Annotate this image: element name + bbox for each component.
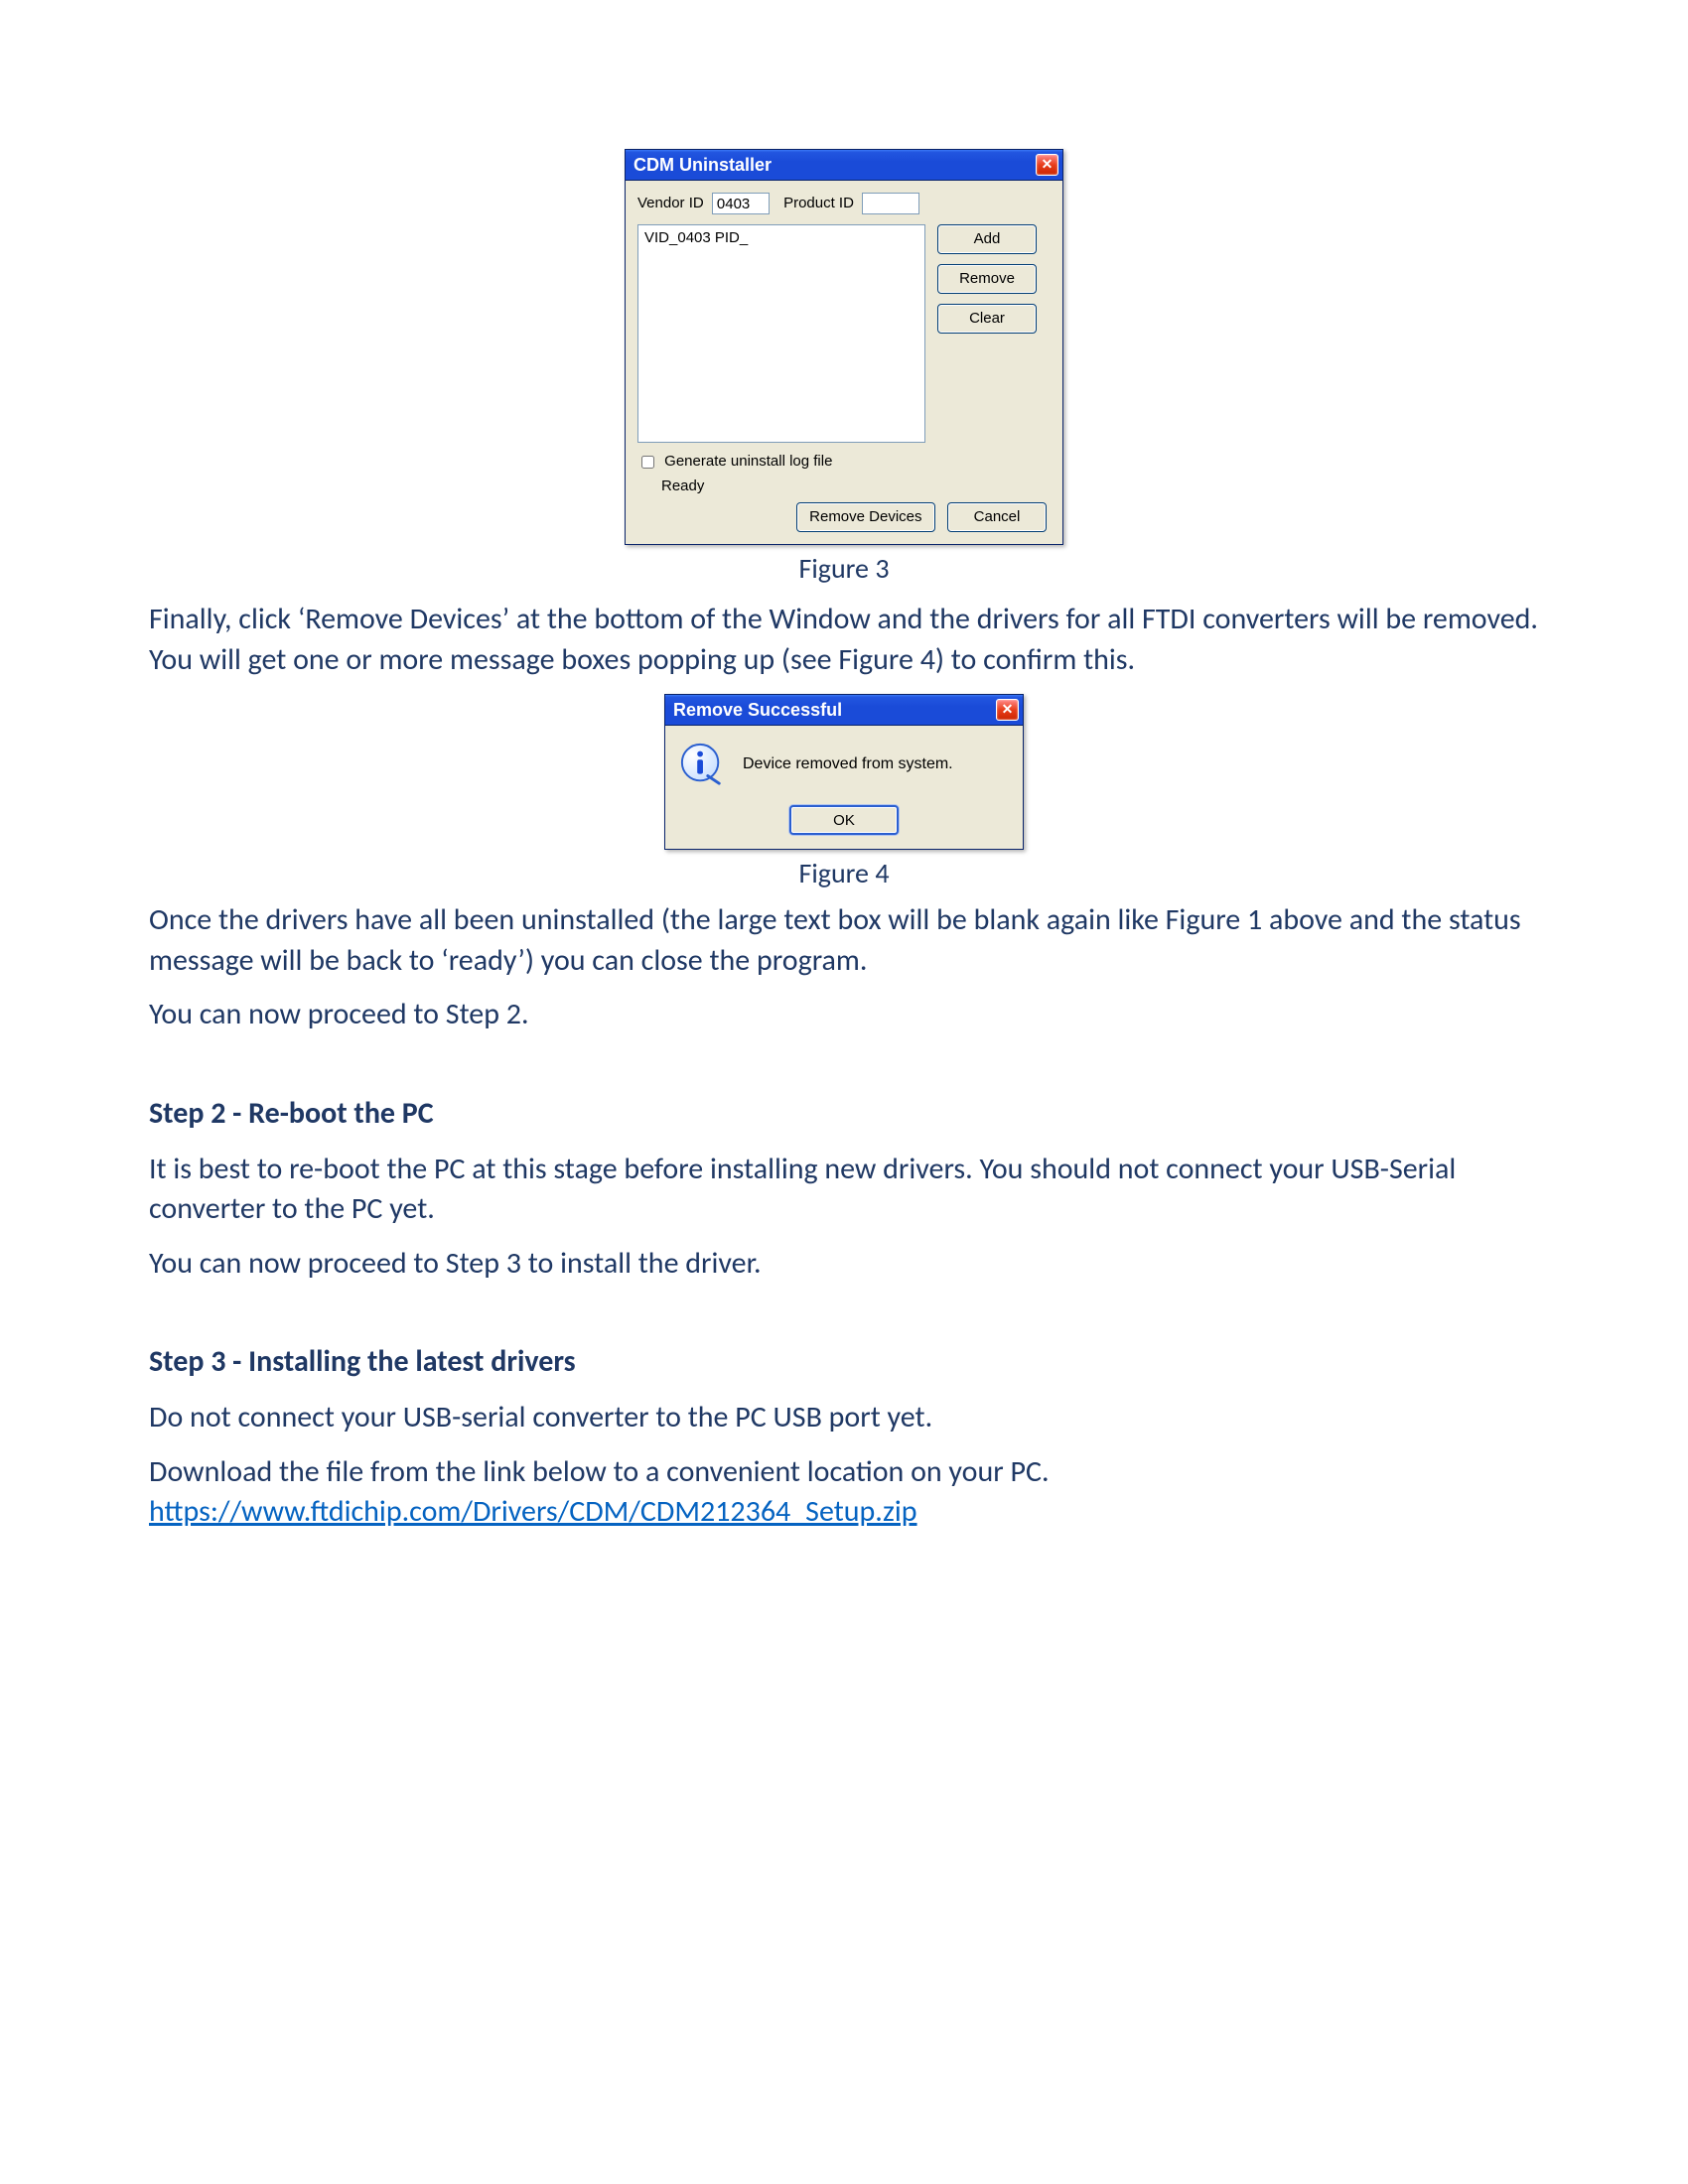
paragraph: Do not connect your USB-serial converter… xyxy=(149,1398,1539,1438)
product-id-label: Product ID xyxy=(783,195,854,211)
generate-log-checkbox-label[interactable]: Generate uninstall log file xyxy=(637,453,832,470)
close-icon[interactable]: ✕ xyxy=(996,699,1019,721)
cdm-uninstaller-window: CDM Uninstaller ✕ Vendor ID Product ID V… xyxy=(625,149,1063,545)
paragraph: You can now proceed to Step 3 to install… xyxy=(149,1244,1539,1285)
paragraph: It is best to re-boot the PC at this sta… xyxy=(149,1150,1539,1230)
device-listbox[interactable]: VID_0403 PID_ xyxy=(637,224,925,443)
paragraph: Finally, click ‘Remove Devices’ at the b… xyxy=(149,600,1539,680)
vendor-id-label: Vendor ID xyxy=(637,195,704,211)
step-3-heading: Step 3 - Installing the latest drivers xyxy=(149,1343,1539,1380)
download-link[interactable]: https://www.ftdichip.com/Drivers/CDM/CDM… xyxy=(149,1493,917,1530)
paragraph: Once the drivers have all been uninstall… xyxy=(149,900,1539,981)
message-text: Device removed from system. xyxy=(743,755,953,773)
cancel-button[interactable]: Cancel xyxy=(947,502,1047,532)
remove-devices-button[interactable]: Remove Devices xyxy=(796,502,935,532)
window-title: CDM Uninstaller xyxy=(633,155,772,175)
window-titlebar: CDM Uninstaller ✕ xyxy=(626,150,1062,181)
remove-successful-window: Remove Successful ✕ xyxy=(664,694,1024,850)
paragraph: Download the file from the link below to… xyxy=(149,1452,1539,1533)
paragraph: You can now proceed to Step 2. xyxy=(149,995,1539,1035)
vendor-id-input[interactable] xyxy=(712,193,770,214)
clear-button[interactable]: Clear xyxy=(937,304,1037,334)
product-id-input[interactable] xyxy=(862,193,919,214)
list-item[interactable]: VID_0403 PID_ xyxy=(644,229,918,246)
window-titlebar: Remove Successful ✕ xyxy=(665,695,1023,726)
add-button[interactable]: Add xyxy=(937,224,1037,254)
status-text: Ready xyxy=(661,478,704,494)
figure-4-caption: Figure 4 xyxy=(149,856,1539,890)
remove-button[interactable]: Remove xyxy=(937,264,1037,294)
step-2-heading: Step 2 - Re-boot the PC xyxy=(149,1095,1539,1132)
figure-3-caption: Figure 3 xyxy=(149,551,1539,586)
generate-log-checkbox[interactable] xyxy=(641,456,654,469)
window-title: Remove Successful xyxy=(673,700,842,720)
info-icon xyxy=(679,742,725,787)
ok-button[interactable]: OK xyxy=(789,805,899,835)
close-icon[interactable]: ✕ xyxy=(1036,154,1058,176)
